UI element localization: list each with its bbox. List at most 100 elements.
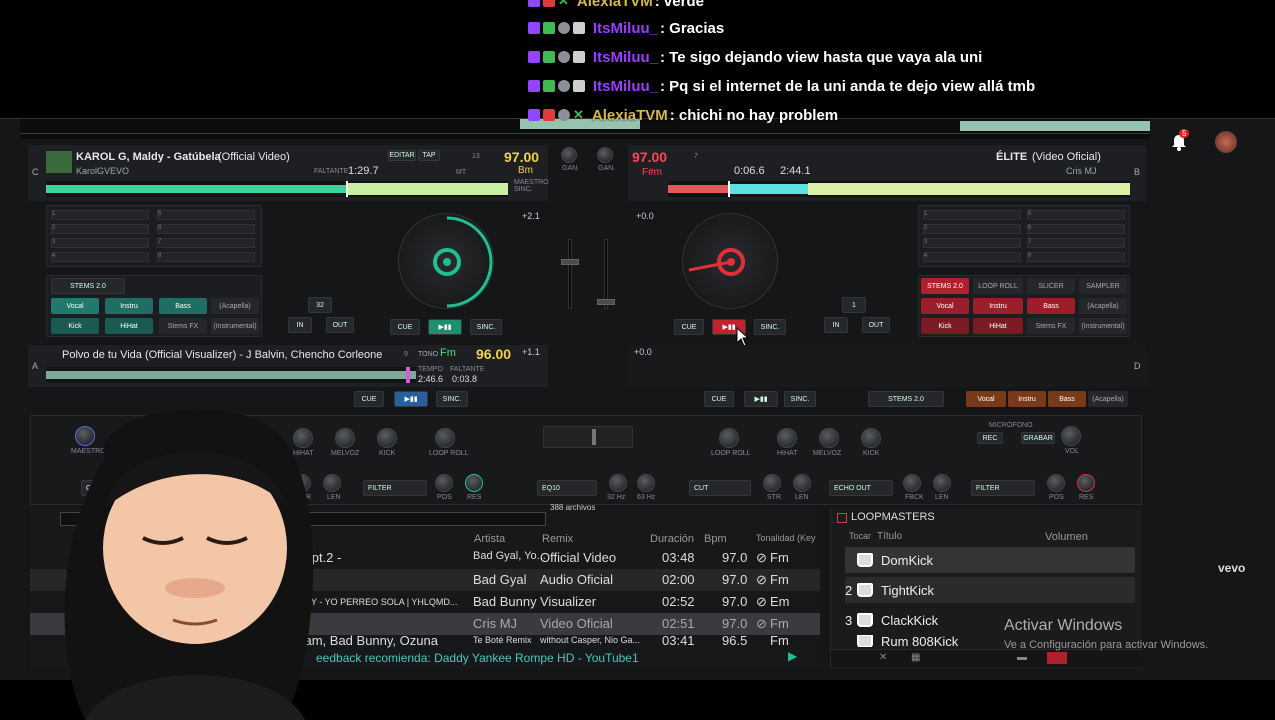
- hotcue-slot[interactable]: 4: [923, 252, 1021, 262]
- loop-out-button[interactable]: OUT: [326, 317, 354, 333]
- column-header[interactable]: Volumen: [1045, 531, 1088, 543]
- fx-knob[interactable]: [335, 428, 355, 448]
- pad-instru[interactable]: Instru: [105, 298, 153, 314]
- pad-instru[interactable]: Instru: [973, 298, 1023, 314]
- play-pause-button[interactable]: ▶▮▮: [744, 391, 778, 407]
- sync-button[interactable]: SINC.: [436, 391, 468, 407]
- pad-bass[interactable]: Bass: [1048, 391, 1086, 407]
- hotcue-slot[interactable]: 3: [51, 238, 149, 248]
- mic-rec-button[interactable]: REC: [977, 432, 1003, 444]
- record-icon[interactable]: [1047, 652, 1067, 664]
- sync-button[interactable]: SINC.: [470, 319, 502, 335]
- fx-knob[interactable]: [435, 474, 453, 492]
- gain-knob-right[interactable]: [597, 147, 613, 163]
- stems-dropdown[interactable]: STEMS 2.0: [868, 391, 944, 407]
- pad-acapella[interactable]: (Acapella): [1079, 298, 1127, 314]
- fx-dropdown[interactable]: FILTER: [971, 480, 1035, 496]
- pad-vocal[interactable]: Vocal: [966, 391, 1006, 407]
- mic-record-button[interactable]: GRABAR: [1021, 432, 1055, 444]
- column-header[interactable]: Bpm: [704, 533, 727, 545]
- fx-knob[interactable]: [719, 428, 739, 448]
- tap-button[interactable]: TAP: [418, 150, 440, 161]
- fx-knob[interactable]: [903, 474, 921, 492]
- pad-bass[interactable]: Bass: [159, 298, 207, 314]
- loop-size[interactable]: 1: [842, 297, 866, 313]
- column-header[interactable]: Artista: [474, 533, 505, 545]
- fx-knob[interactable]: [793, 474, 811, 492]
- pad-kick[interactable]: Kick: [51, 318, 99, 334]
- notification-bell-icon[interactable]: 5: [1170, 129, 1190, 151]
- pad-stems-fx[interactable]: Stems FX: [159, 318, 207, 334]
- pad-bass[interactable]: Bass: [1027, 298, 1075, 314]
- hotcue-slot[interactable]: 7: [157, 238, 255, 248]
- recommendation-text[interactable]: eedback recomienda: Daddy Yankee Rompe H…: [316, 651, 639, 665]
- toolbar-icon[interactable]: ▦: [911, 652, 920, 663]
- fx-dropdown[interactable]: FILTER: [363, 480, 427, 496]
- column-header[interactable]: Título: [877, 531, 902, 542]
- fader-cap[interactable]: [597, 299, 615, 305]
- pad-vocal[interactable]: Vocal: [51, 298, 99, 314]
- cue-button[interactable]: CUE: [704, 391, 734, 407]
- pad-acapella[interactable]: (Acapella): [1088, 391, 1128, 407]
- mic-volume-knob[interactable]: [1061, 426, 1081, 446]
- column-header[interactable]: Tonalidad (Key: [756, 533, 816, 543]
- cue-button[interactable]: CUE: [390, 319, 420, 335]
- crossfader[interactable]: [543, 426, 633, 448]
- fx-knob[interactable]: [1077, 474, 1095, 492]
- folder-icon[interactable]: ▬: [1017, 652, 1027, 663]
- pad-vocal[interactable]: Vocal: [921, 298, 969, 314]
- fx-knob[interactable]: [819, 428, 839, 448]
- hotcue-slot[interactable]: 8: [1027, 252, 1125, 262]
- hotcue-slot[interactable]: 6: [157, 224, 255, 234]
- hotcue-slot[interactable]: 4: [51, 252, 149, 262]
- fx-dropdown[interactable]: EQ10: [537, 480, 597, 496]
- play-pause-button[interactable]: ▶▮▮: [394, 391, 428, 407]
- cue-button[interactable]: CUE: [354, 391, 384, 407]
- hotcue-slot[interactable]: 7: [1027, 238, 1125, 248]
- volume-fader-left[interactable]: [568, 239, 572, 309]
- tab-slicer[interactable]: SLICER: [1027, 278, 1075, 294]
- pad-instrumental[interactable]: (Instrumental): [211, 318, 259, 334]
- fx-knob[interactable]: [933, 474, 951, 492]
- fx-dropdown[interactable]: ECHO OUT: [829, 480, 893, 496]
- pad-kick[interactable]: Kick: [921, 318, 969, 334]
- fx-knob[interactable]: [435, 428, 455, 448]
- hotcue-slot[interactable]: 5: [157, 210, 255, 220]
- pad-instru[interactable]: Instru: [1008, 391, 1046, 407]
- pad-hihat[interactable]: HiHat: [973, 318, 1023, 334]
- sample-item[interactable]: 2 TightKick: [845, 577, 1135, 603]
- tab-sampler[interactable]: SAMPLER: [1079, 278, 1127, 294]
- hotcue-slot[interactable]: 2: [51, 224, 149, 234]
- pad-stems-fx[interactable]: Stems FX: [1027, 318, 1075, 334]
- pad-acapella[interactable]: (Acapella): [211, 298, 259, 314]
- tab-loop-roll[interactable]: LOOP ROLL: [973, 278, 1023, 294]
- cue-button[interactable]: CUE: [674, 319, 704, 335]
- checkbox-icon[interactable]: [837, 513, 847, 523]
- hotcue-slot[interactable]: 1: [51, 210, 149, 220]
- fx-dropdown[interactable]: CUT: [689, 480, 751, 496]
- loop-size[interactable]: 32: [308, 297, 332, 313]
- sync-button[interactable]: SINC.: [754, 319, 786, 335]
- loop-in-button[interactable]: IN: [288, 317, 312, 333]
- jog-wheel-b[interactable]: [682, 213, 778, 309]
- hotcue-slot[interactable]: 3: [923, 238, 1021, 248]
- hotcue-slot[interactable]: 2: [923, 224, 1021, 234]
- fader-cap[interactable]: [561, 259, 579, 265]
- sample-item[interactable]: DomKick: [845, 547, 1135, 573]
- column-header[interactable]: Remix: [542, 533, 573, 545]
- gain-knob-left[interactable]: [561, 147, 577, 163]
- tab-stems[interactable]: STEMS 2.0: [921, 278, 969, 294]
- play-icon[interactable]: ▶: [788, 649, 797, 663]
- stems-dropdown[interactable]: STEMS 2.0: [51, 278, 125, 294]
- play-pause-button[interactable]: ▶▮▮: [428, 319, 462, 335]
- sync-button[interactable]: SINC.: [784, 391, 816, 407]
- hotcue-slot[interactable]: 8: [157, 252, 255, 262]
- eq-knob[interactable]: [637, 474, 655, 492]
- fx-knob[interactable]: [377, 428, 397, 448]
- fx-knob[interactable]: [861, 428, 881, 448]
- jog-wheel-c[interactable]: [398, 213, 494, 309]
- fx-knob[interactable]: [1047, 474, 1065, 492]
- column-header[interactable]: Tocar: [849, 531, 871, 541]
- hotcue-slot[interactable]: 1: [923, 210, 1021, 220]
- fx-knob[interactable]: [777, 428, 797, 448]
